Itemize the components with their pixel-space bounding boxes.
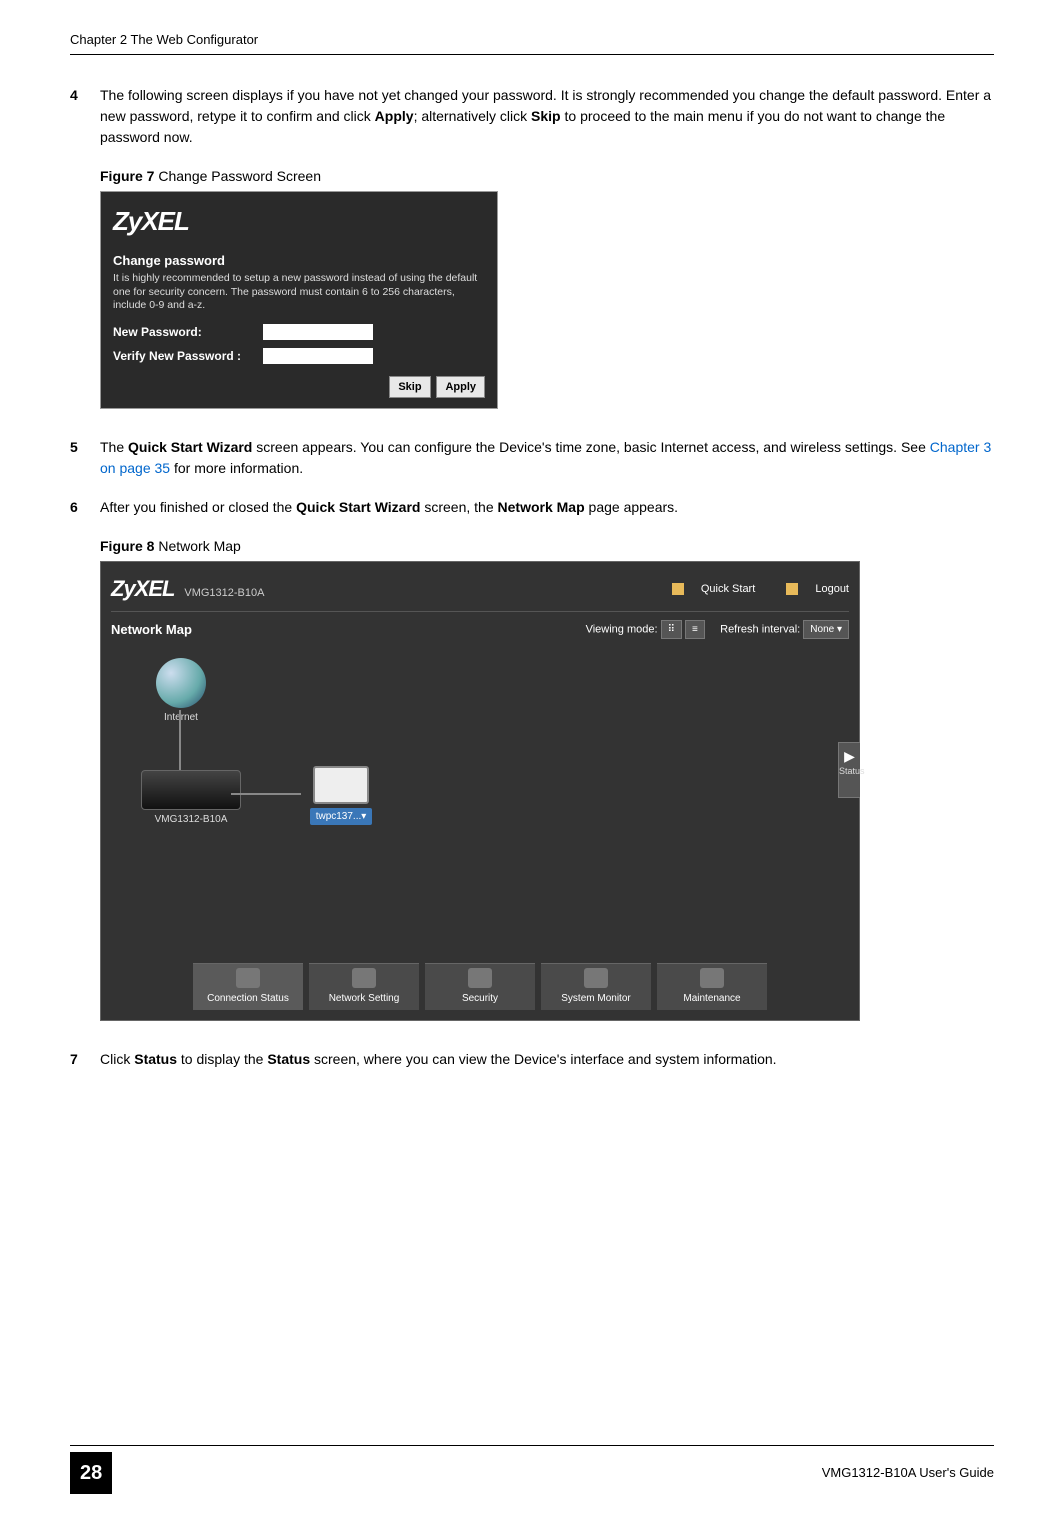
page-footer: 28 VMG1312-B10A User's Guide	[70, 1445, 994, 1494]
monitor-icon	[584, 968, 608, 988]
divider	[111, 611, 849, 612]
figure8-caption: Figure 8 Network Map	[100, 536, 994, 557]
verify-password-label: Verify New Password :	[113, 347, 263, 365]
refresh-interval-label: Refresh interval:	[720, 624, 800, 636]
maintenance-icon	[700, 968, 724, 988]
change-password-heading: Change password	[113, 251, 485, 271]
step-body: Click Status to display the Status scree…	[100, 1049, 994, 1070]
client-node[interactable]: twpc137...▾	[301, 766, 381, 825]
step-number: 4	[70, 85, 100, 148]
verify-password-input[interactable]	[263, 348, 373, 364]
page-number: 28	[70, 1452, 112, 1494]
text: to display the	[177, 1051, 267, 1067]
network-map-canvas: Internet VMG1312-B10A twpc137...▾	[111, 648, 849, 948]
step-number: 5	[70, 437, 100, 479]
connector-line	[231, 793, 301, 795]
running-header: Chapter 2 The Web Configurator	[70, 30, 994, 55]
figure8-caption-bold: Figure 8	[100, 538, 154, 554]
status-tab[interactable]: ▶ Status	[838, 742, 860, 798]
nav-label: Connection Status	[201, 991, 295, 1006]
viewing-mode-list-button[interactable]: ≡	[685, 620, 705, 639]
nav-connection-status[interactable]: Connection Status	[193, 963, 303, 1010]
router-node[interactable]: VMG1312-B10A	[131, 770, 251, 827]
new-password-label: New Password:	[113, 323, 263, 341]
nav-label: Network Setting	[317, 991, 411, 1006]
bold: Network Map	[498, 499, 585, 515]
router-label: VMG1312-B10A	[131, 812, 251, 827]
refresh-interval-select[interactable]: None ▾	[803, 620, 849, 639]
nav-system-monitor[interactable]: System Monitor	[541, 963, 651, 1010]
figure7-screenshot: ZyXEL Change password It is highly recom…	[100, 191, 498, 410]
wand-icon	[672, 583, 684, 595]
laptop-icon	[313, 766, 369, 804]
new-password-input[interactable]	[263, 324, 373, 340]
figure7-caption: Figure 7 Change Password Screen	[100, 166, 994, 187]
device-model: VMG1312-B10A	[184, 587, 264, 599]
refresh-interval-value: None	[810, 624, 834, 635]
step-body: The following screen displays if you hav…	[100, 85, 994, 148]
step-6: 6 After you finished or closed the Quick…	[70, 497, 994, 518]
quick-start-link[interactable]: Quick Start	[658, 583, 755, 595]
text: screen, where you can view the Device's …	[310, 1051, 776, 1067]
text: screen appears. You can configure the De…	[252, 439, 929, 455]
apply-button[interactable]: Apply	[436, 376, 485, 399]
internet-node[interactable]: Internet	[151, 658, 211, 725]
internet-label: Internet	[151, 710, 211, 725]
bottom-nav: Connection Status Network Setting Securi…	[101, 963, 859, 1010]
step-number: 7	[70, 1049, 100, 1070]
text: Click	[100, 1051, 134, 1067]
guide-title: VMG1312-B10A User's Guide	[822, 1463, 994, 1483]
text: ; alternatively click	[414, 108, 531, 124]
shield-icon	[468, 968, 492, 988]
step-4: 4 The following screen displays if you h…	[70, 85, 994, 148]
bold-skip: Skip	[531, 108, 561, 124]
text: page appears.	[585, 499, 678, 515]
connector-line	[179, 710, 181, 770]
nav-label: Security	[433, 991, 527, 1006]
bold: Status	[134, 1051, 177, 1067]
zyxel-logo: ZyXEL	[113, 202, 485, 241]
zyxel-logo: ZyXEL	[111, 576, 174, 601]
text: After you finished or closed the	[100, 499, 296, 515]
bold: Status	[267, 1051, 310, 1067]
figure8-caption-rest: Network Map	[154, 538, 240, 554]
bold: Quick Start Wizard	[128, 439, 252, 455]
nav-maintenance[interactable]: Maintenance	[657, 963, 767, 1010]
network-map-title: Network Map	[111, 620, 192, 640]
step-5: 5 The Quick Start Wizard screen appears.…	[70, 437, 994, 479]
status-tab-label: Status	[839, 766, 865, 776]
figure7-caption-rest: Change Password Screen	[154, 168, 321, 184]
router-icon	[141, 770, 241, 810]
viewing-mode-label: Viewing mode:	[586, 624, 658, 636]
figure7-caption-bold: Figure 7	[100, 168, 154, 184]
client-label: twpc137...▾	[310, 808, 373, 825]
logout-label: Logout	[815, 583, 849, 595]
quick-start-label: Quick Start	[701, 583, 755, 595]
connection-status-icon	[236, 968, 260, 988]
figure8-screenshot: ZyXEL VMG1312-B10A Quick Start Logout Ne…	[100, 561, 860, 1021]
viewing-mode-icon-button[interactable]: ⠿	[661, 620, 682, 639]
change-password-desc: It is highly recommended to setup a new …	[113, 272, 485, 313]
nav-label: Maintenance	[665, 991, 759, 1006]
skip-button[interactable]: Skip	[389, 376, 430, 399]
step-body: The Quick Start Wizard screen appears. Y…	[100, 437, 994, 479]
text: The	[100, 439, 128, 455]
step-number: 6	[70, 497, 100, 518]
step-body: After you finished or closed the Quick S…	[100, 497, 994, 518]
text: for more information.	[170, 460, 303, 476]
text: screen, the	[420, 499, 497, 515]
gear-icon	[352, 968, 376, 988]
globe-icon	[156, 658, 206, 708]
bold-apply: Apply	[375, 108, 414, 124]
nav-network-setting[interactable]: Network Setting	[309, 963, 419, 1010]
nav-security[interactable]: Security	[425, 963, 535, 1010]
nav-label: System Monitor	[549, 991, 643, 1006]
logout-icon	[786, 583, 798, 595]
chevron-right-icon: ▶	[839, 749, 860, 763]
step-7: 7 Click Status to display the Status scr…	[70, 1049, 994, 1070]
logout-link[interactable]: Logout	[772, 583, 849, 595]
bold: Quick Start Wizard	[296, 499, 420, 515]
